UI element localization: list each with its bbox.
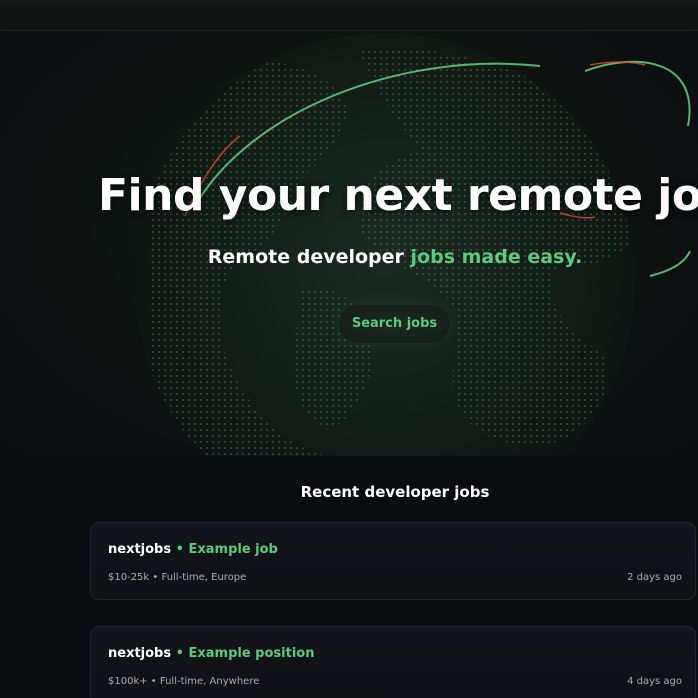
job-title: nextjobs • Example job xyxy=(108,542,278,557)
job-salary: $10-25k xyxy=(108,572,150,583)
job-meta: $10-25k • Full-time, Europe xyxy=(108,572,246,583)
job-role: Example position xyxy=(188,646,315,661)
globe-illustration xyxy=(135,33,691,456)
subline-accent-text: jobs made easy. xyxy=(410,246,583,268)
subline-plain-text: Remote developer xyxy=(207,246,411,268)
job-title-separator: • xyxy=(171,542,189,557)
job-meta-separator: • xyxy=(149,572,162,583)
job-meta: $100k+ • Full-time, Anywhere xyxy=(108,676,259,687)
job-title-separator: • xyxy=(171,646,189,661)
job-role: Example job xyxy=(188,542,278,557)
job-posted-age: 4 days ago xyxy=(627,676,682,687)
hero-subline: Remote developer jobs made easy. xyxy=(0,246,698,268)
job-salary: $100k+ xyxy=(108,676,148,687)
job-details: Full-time, Europe xyxy=(161,572,247,583)
job-title: nextjobs • Example position xyxy=(108,646,314,661)
hero-headline: Find your next remote job xyxy=(98,170,698,221)
search-jobs-button[interactable]: Search jobs xyxy=(338,304,451,344)
landing-page: Find your next remote job Remote develop… xyxy=(0,0,698,698)
job-card[interactable]: nextjobs • Example job $10-25k • Full-ti… xyxy=(90,522,696,600)
job-company: nextjobs xyxy=(108,646,172,661)
job-card[interactable]: nextjobs • Example position $100k+ • Ful… xyxy=(90,626,696,698)
job-meta-separator: • xyxy=(147,676,160,687)
recent-jobs-title: Recent developer jobs xyxy=(300,483,490,501)
job-company: nextjobs xyxy=(108,542,172,557)
job-posted-age: 2 days ago xyxy=(627,572,682,583)
hero-section: Find your next remote job Remote develop… xyxy=(0,31,698,456)
job-details: Full-time, Anywhere xyxy=(159,676,260,687)
top-navbar xyxy=(0,0,698,31)
